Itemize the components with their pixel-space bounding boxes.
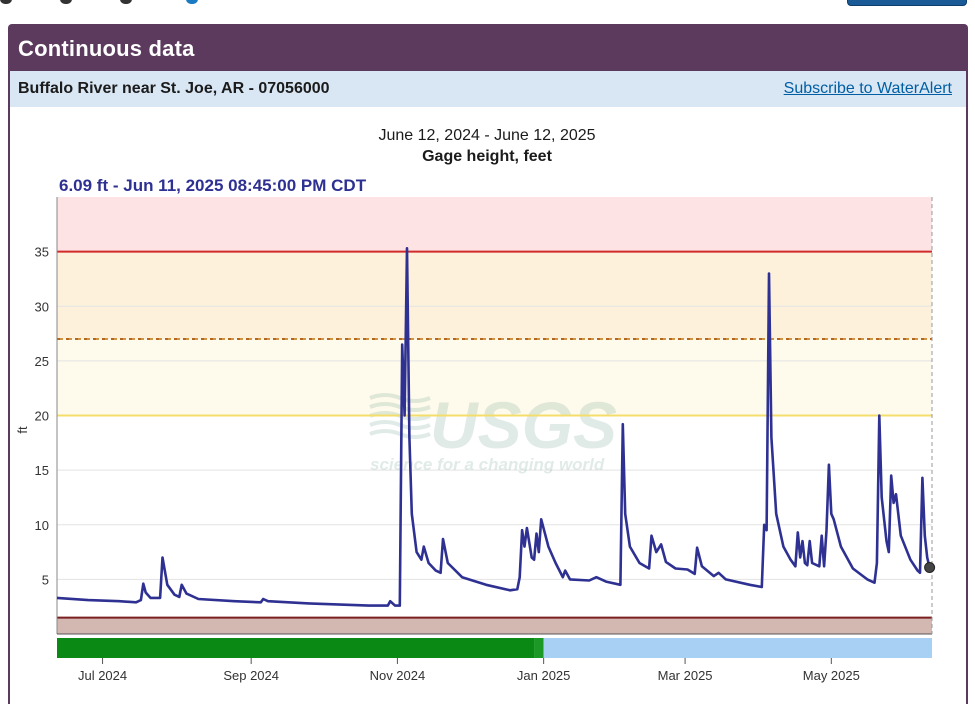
- watermark-wave: [369, 429, 431, 439]
- watermark-tagline: science for a changing world: [370, 455, 605, 474]
- plot-area: 5 10 15 20 25 30 35 USGSscience for a changing …: [15, 197, 936, 683]
- gage-height-chart: June 12, 2024 - June 12, 2025 Gage heigh…: [15, 127, 936, 683]
- y-tick-label: 15: [35, 463, 49, 478]
- usgs-watermark: USGSscience for a changing world: [369, 388, 617, 474]
- y-tick-label: 30: [35, 299, 49, 314]
- y-tick-label: 35: [35, 245, 49, 260]
- approval-bar-segment: [57, 638, 535, 658]
- chart-date-range: June 12, 2024 - June 12, 2025: [378, 127, 595, 144]
- x-tick-label: Jan 2025: [517, 668, 571, 683]
- approval-bar-segment: [534, 638, 544, 658]
- y-tick-label: 10: [35, 518, 49, 533]
- x-tick-label: Sep 2024: [223, 668, 279, 683]
- approval-bar-segment: [543, 638, 932, 658]
- y-tick-label: 20: [35, 409, 49, 424]
- watermark-mark: USGS: [430, 388, 617, 462]
- x-tick-label: May 2025: [803, 668, 860, 683]
- y-tick-label: 25: [35, 354, 49, 369]
- threshold-band-low: [57, 617, 932, 634]
- x-tick-label: Jul 2024: [78, 668, 127, 683]
- watermark-wave: [369, 420, 431, 430]
- x-tick-label: Mar 2025: [658, 668, 713, 683]
- x-tick-label: Nov 2024: [370, 668, 426, 683]
- current-value-point: [924, 561, 936, 573]
- threshold-band: [57, 197, 932, 252]
- current-reading: 6.09 ft - Jun 11, 2025 08:45:00 PM CDT: [59, 176, 367, 195]
- chart-title: Gage height, feet: [422, 148, 552, 165]
- threshold-band: [57, 251, 932, 340]
- y-tick-label: 5: [42, 572, 49, 587]
- y-axis-label: ft: [15, 426, 30, 434]
